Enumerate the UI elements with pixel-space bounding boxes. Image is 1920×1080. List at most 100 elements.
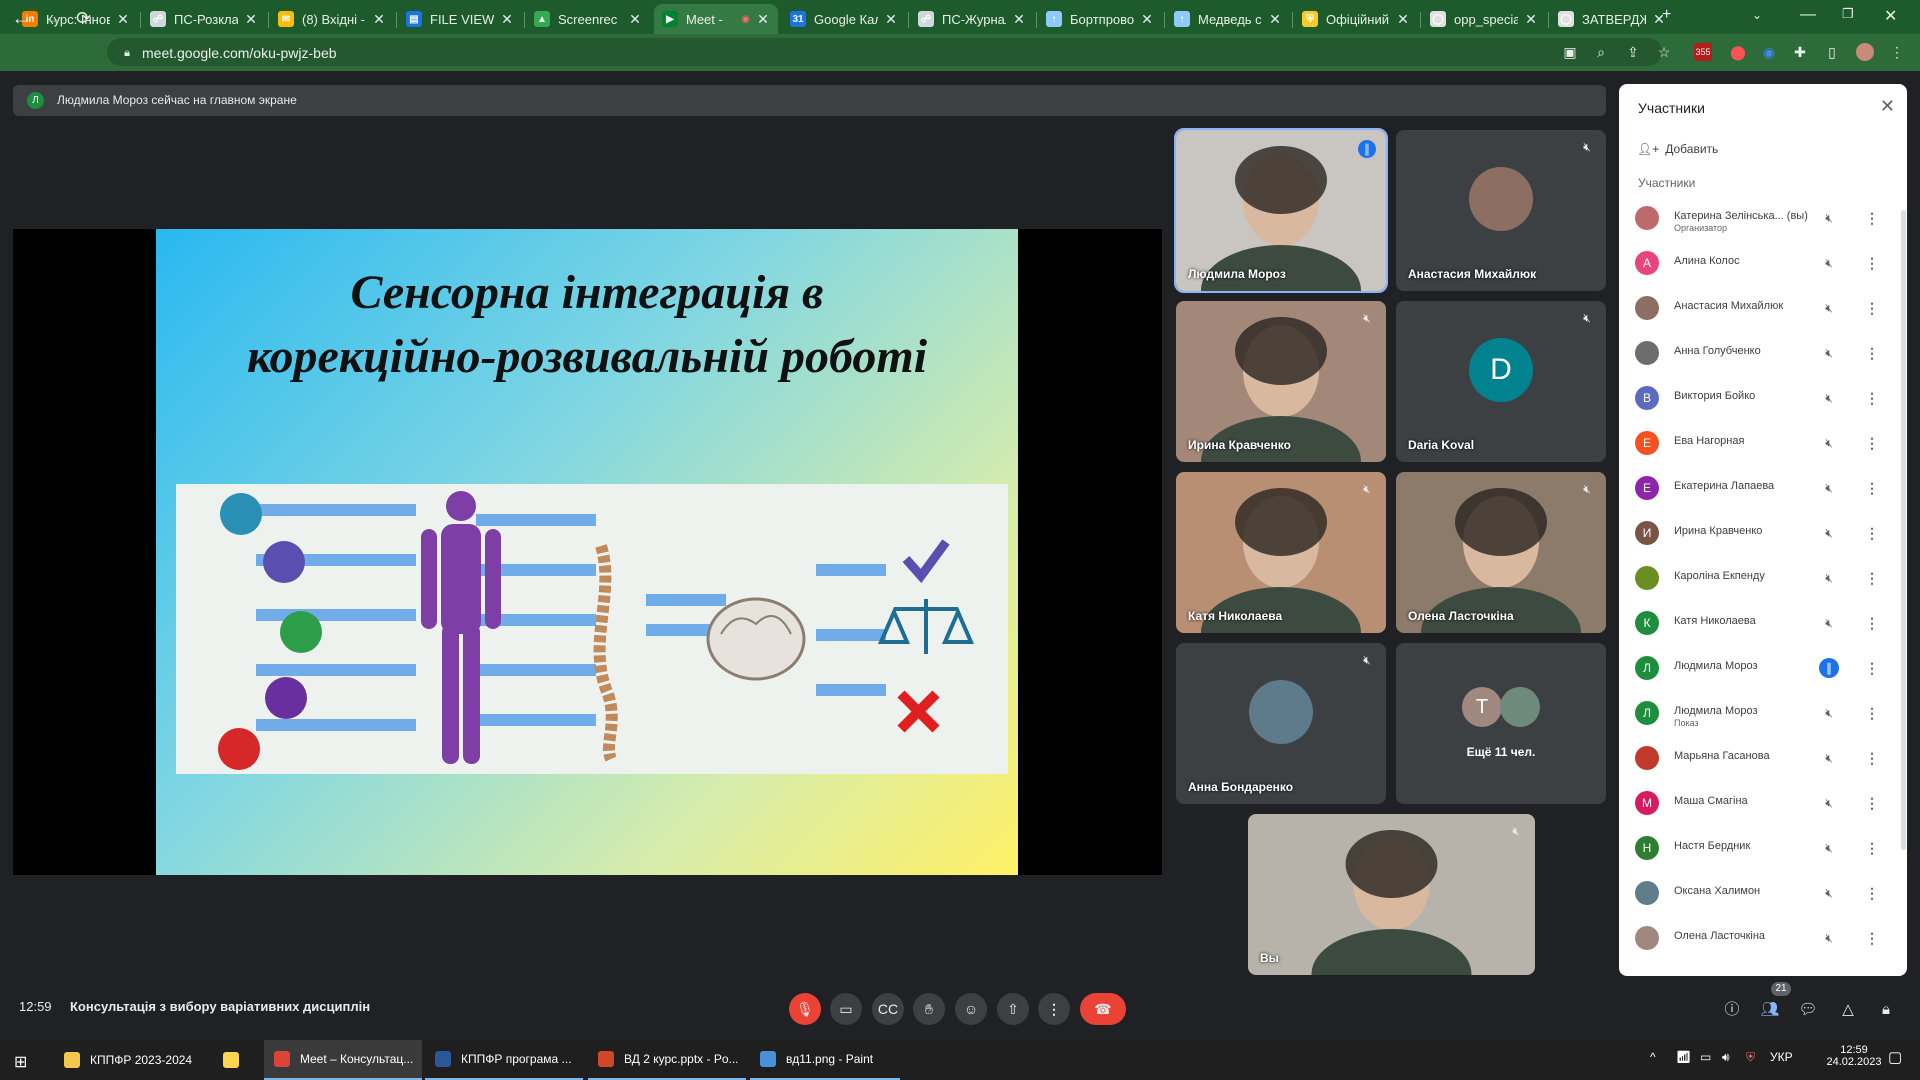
tab-close-icon[interactable]: ✕ (116, 11, 130, 28)
share-icon[interactable]: ⇪ (1624, 43, 1642, 61)
participant-more-icon[interactable]: ⋮ (1865, 703, 1879, 723)
tray-overflow-icon[interactable]: ^ (1650, 1050, 1656, 1064)
muted-mic-icon[interactable]: 🔇︎ (1819, 703, 1839, 723)
network-icon[interactable]: 📶︎ (1676, 1050, 1691, 1064)
muted-mic-icon[interactable]: 🔇︎ (1819, 478, 1839, 498)
muted-mic-icon[interactable]: 🔇︎ (1819, 433, 1839, 453)
reactions-button[interactable]: ☺ (955, 993, 987, 1025)
participant-row[interactable]: М Маша Смагіна 🔇︎ ⋮ (1619, 779, 1907, 824)
extensions-puzzle-icon[interactable]: ✚ (1791, 43, 1809, 61)
participant-row[interactable]: А Алина Колос 🔇︎ ⋮ (1619, 239, 1907, 284)
participants-scrollbar[interactable] (1901, 210, 1906, 850)
muted-mic-icon[interactable]: 🔇︎ (1819, 208, 1839, 228)
back-icon[interactable]: ← (12, 8, 30, 28)
participant-more-icon[interactable]: ⋮ (1865, 658, 1879, 678)
participant-more-icon[interactable]: ⋮ (1865, 433, 1879, 453)
activities-icon[interactable]: △ (1836, 998, 1860, 1022)
participant-row[interactable]: Анна Голубченко 🔇︎ ⋮ (1619, 329, 1907, 374)
participant-tile[interactable]: Катя Николаева 🔇︎ (1176, 472, 1386, 633)
participant-row[interactable]: Е Екатерина Лапаева 🔇︎ ⋮ (1619, 464, 1907, 509)
close-window-icon[interactable]: ✕ (1884, 6, 1897, 26)
volume-icon[interactable]: 🔊︎ (1722, 1050, 1730, 1065)
browser-tab-1[interactable]: ☍ ПС-Розклад ✕ (142, 4, 266, 34)
participant-more-icon[interactable]: ⋮ (1865, 253, 1879, 273)
participant-row[interactable]: И Ирина Кравченко 🔇︎ ⋮ (1619, 509, 1907, 554)
browser-tab-3[interactable]: ▤ FILE VIEW ✕ (398, 4, 522, 34)
mic-off-button[interactable]: 🎙︎ (789, 993, 821, 1025)
raise-hand-button[interactable]: ✋︎ (913, 993, 945, 1025)
tab-close-icon[interactable]: ✕ (884, 11, 898, 28)
participant-more-icon[interactable]: ⋮ (1865, 343, 1879, 363)
participant-more-icon[interactable]: ⋮ (1865, 793, 1879, 813)
input-language[interactable]: УКР (1770, 1050, 1793, 1064)
zoom-icon[interactable]: ⌕ (1592, 43, 1610, 61)
muted-mic-icon[interactable]: 🔇︎ (1819, 748, 1839, 768)
tab-close-icon[interactable]: ✕ (1396, 11, 1410, 28)
extension-blue-icon[interactable]: ◉ (1760, 43, 1778, 61)
participant-more-icon[interactable]: ⋮ (1865, 568, 1879, 588)
tab-close-icon[interactable]: ✕ (756, 11, 770, 28)
battery-icon[interactable]: ▭ (1700, 1050, 1711, 1064)
system-clock[interactable]: 12:59 24.02.2023 (1822, 1044, 1886, 1068)
browser-tab-8[interactable]: ↑ Бортпрово ✕ (1038, 4, 1162, 34)
url-text[interactable]: meet.google.com/oku-pwjz-beb (142, 45, 337, 61)
people-icon[interactable]: 👥︎ (1758, 998, 1782, 1022)
participant-more-icon[interactable]: ⋮ (1865, 928, 1879, 948)
participant-more-icon[interactable]: ⋮ (1865, 523, 1879, 543)
participant-more-icon[interactable]: ⋮ (1865, 388, 1879, 408)
meeting-info-icon[interactable]: ⓘ (1720, 998, 1744, 1022)
muted-mic-icon[interactable]: 🔇︎ (1819, 253, 1839, 273)
tab-close-icon[interactable]: ✕ (1140, 11, 1154, 28)
participant-row[interactable]: Оксана Халимон 🔇︎ ⋮ (1619, 869, 1907, 914)
muted-mic-icon[interactable]: 🔇︎ (1819, 298, 1839, 318)
chat-icon[interactable]: 💬︎ (1796, 998, 1820, 1022)
participant-tile[interactable]: Ирина Кравченко 🔇︎ (1176, 301, 1386, 462)
taskbar-item[interactable]: Meet – Консультац... (264, 1040, 422, 1080)
participant-tile[interactable]: D Daria Koval 🔇︎ (1396, 301, 1606, 462)
participant-tile[interactable]: Олена Ласточкіна 🔇︎ (1396, 472, 1606, 633)
add-people-button[interactable]: 👤︎+ Добавить (1637, 142, 1718, 156)
taskbar-item[interactable]: КППФР програма ... (425, 1040, 583, 1080)
muted-mic-icon[interactable]: 🔇︎ (1819, 523, 1839, 543)
profile-avatar[interactable] (1856, 43, 1874, 61)
participant-row[interactable]: В Виктория Бойко 🔇︎ ⋮ (1619, 374, 1907, 419)
present-button[interactable]: ⇧ (997, 993, 1029, 1025)
participant-more-icon[interactable]: ⋮ (1865, 883, 1879, 903)
participant-more-icon[interactable]: ⋮ (1865, 613, 1879, 633)
muted-mic-icon[interactable]: 🔇︎ (1819, 838, 1839, 858)
extension-badge[interactable]: 355 (1694, 43, 1712, 61)
browser-tab-2[interactable]: ✉ (8) Вхідні - ✕ (270, 4, 394, 34)
participant-more-icon[interactable]: ⋮ (1865, 478, 1879, 498)
taskbar-item[interactable]: КППФР 2023-2024 (54, 1040, 208, 1080)
tab-search-icon[interactable]: ⌄ (1752, 8, 1762, 22)
new-tab-icon[interactable]: + (1662, 6, 1671, 24)
leave-call-button[interactable]: ☎︎ (1080, 993, 1126, 1025)
participant-more-icon[interactable]: ⋮ (1865, 838, 1879, 858)
minimize-icon[interactable]: — (1800, 6, 1816, 24)
browser-tab-6[interactable]: 31 Google Кал ✕ (782, 4, 906, 34)
tab-close-icon[interactable]: ✕ (1012, 11, 1026, 28)
participant-more-icon[interactable]: ⋮ (1865, 208, 1879, 228)
muted-mic-icon[interactable]: 🔇︎ (1819, 793, 1839, 813)
muted-mic-icon[interactable]: 🔇︎ (1819, 343, 1839, 363)
participant-tile[interactable]: Людмила Мороз ∥ (1174, 128, 1388, 293)
muted-mic-icon[interactable]: 🔇︎ (1819, 388, 1839, 408)
participant-more-icon[interactable]: ⋮ (1865, 298, 1879, 318)
notifications-icon[interactable]: ▢ (1888, 1048, 1902, 1066)
security-icon[interactable]: ⛨ (1746, 1050, 1755, 1065)
browser-tab-10[interactable]: ⛨ Офіційний ✕ (1294, 4, 1418, 34)
address-bar[interactable] (107, 38, 1662, 66)
tab-close-icon[interactable]: ✕ (244, 11, 258, 28)
muted-mic-icon[interactable]: 🔇︎ (1819, 613, 1839, 633)
browser-tab-11[interactable]: ◯ opp_specia ✕ (1422, 4, 1546, 34)
tab-close-icon[interactable]: ✕ (1268, 11, 1282, 28)
taskbar-item[interactable]: вд11.png - Paint (750, 1040, 900, 1080)
tab-close-icon[interactable]: ✕ (500, 11, 514, 28)
participant-row[interactable]: Катерина Зелінська... (вы) Организатор 🔇︎ ⋮ (1619, 194, 1907, 239)
participant-tile[interactable]: T Ещё 11 чел. (1396, 643, 1606, 804)
participant-tile[interactable]: Вы 🔇︎ (1248, 814, 1535, 975)
taskbar-item[interactable] (213, 1040, 261, 1080)
camera-icon[interactable]: ▣ (1561, 43, 1579, 61)
extension-red-icon[interactable]: ⬤ (1729, 43, 1747, 61)
side-panel-icon[interactable]: ▯ (1823, 43, 1841, 61)
